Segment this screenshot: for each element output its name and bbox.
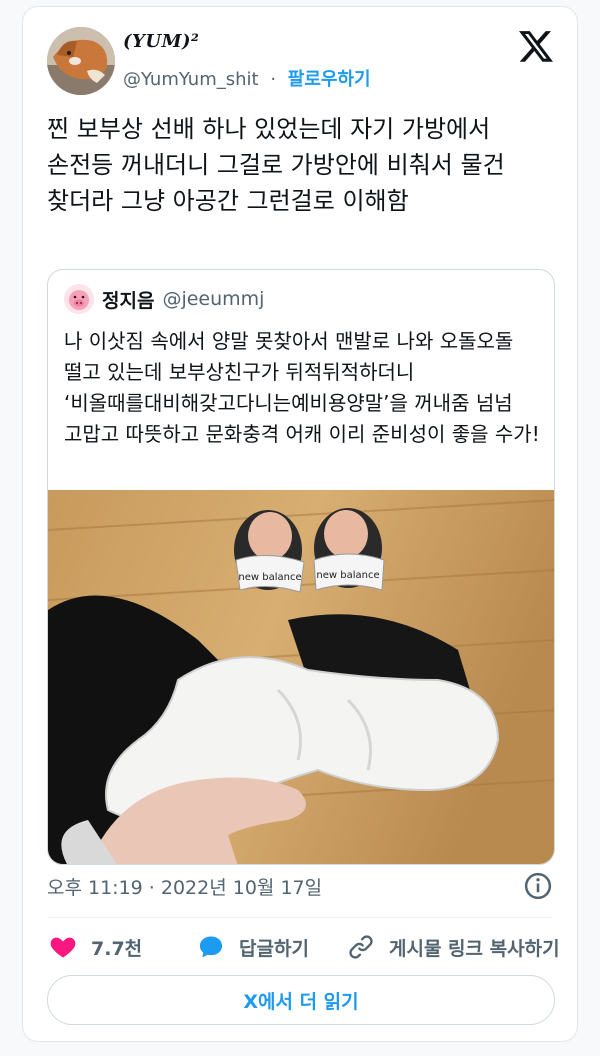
divider xyxy=(47,917,553,918)
heart-icon xyxy=(50,937,76,958)
follow-button[interactable]: 팔로우하기 xyxy=(288,69,371,90)
read-more-button[interactable]: X에서 더 읽기 xyxy=(47,975,555,1025)
action-bar: 7.7천 답글하기 게시물 링크 복사하기 xyxy=(47,933,560,965)
like-button[interactable]: 7.7천 xyxy=(49,933,142,961)
tweet-timestamp[interactable]: 오후 11:19 · 2022년 10월 17일 xyxy=(47,873,322,900)
reply-button[interactable]: 답글하기 xyxy=(197,933,309,961)
quoted-tweet-text: 나 이삿짐 속에서 양말 못찾아서 맨발로 나와 오돌오돌 떨고 있는데 보부상… xyxy=(64,329,540,446)
quoted-author-avatar[interactable] xyxy=(64,284,94,314)
quoted-tweet-header: 정지음 @jeeummj xyxy=(64,284,264,314)
separator-dot: · xyxy=(270,69,277,90)
quoted-author-handle[interactable]: @jeeummj xyxy=(162,288,264,310)
author-handle-row: @YumYum_shit · 팔로우하기 xyxy=(123,65,371,91)
tweet-card: (YUM)² @YumYum_shit · 팔로우하기 찐 보부상 선배 하나 … xyxy=(22,6,578,1042)
quoted-author-name[interactable]: 정지음 xyxy=(102,286,154,313)
sandal-text-left: new balance xyxy=(238,572,301,583)
reply-bubble-icon xyxy=(199,936,223,958)
author-handle[interactable]: @YumYum_shit xyxy=(123,69,259,90)
x-logo-icon[interactable] xyxy=(519,29,553,63)
copy-link-label: 게시물 링크 복사하기 xyxy=(389,937,560,960)
quoted-tweet-photo[interactable]: new balance new balance xyxy=(48,490,555,865)
like-count: 7.7천 xyxy=(91,937,143,960)
tweet-text: 찐 보부상 선배 하나 있었는데 자기 가방에서 손전등 꺼내더니 그걸로 가방… xyxy=(47,115,505,215)
author-avatar[interactable] xyxy=(47,27,115,95)
info-icon[interactable] xyxy=(523,871,553,901)
copy-link-button[interactable]: 게시물 링크 복사하기 xyxy=(347,933,560,961)
link-icon xyxy=(349,935,373,959)
author-display-name[interactable]: (YUM)² xyxy=(123,31,199,52)
reply-label: 답글하기 xyxy=(239,937,309,960)
quoted-tweet[interactable]: 정지음 @jeeummj 나 이삿짐 속에서 양말 못찾아서 맨발로 나와 오돌… xyxy=(47,269,555,865)
sandal-text-right: new balance xyxy=(316,570,379,581)
